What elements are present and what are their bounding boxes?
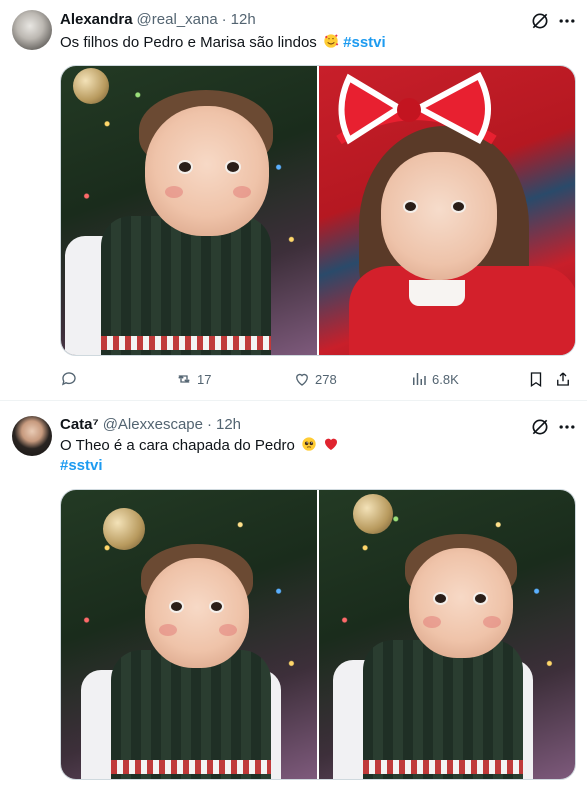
separator-dot: · <box>206 416 212 433</box>
reply-button[interactable] <box>60 367 78 391</box>
bookmark-icon <box>530 372 542 388</box>
like-button[interactable]: 278 <box>293 367 337 391</box>
photo-baby-christmas-tree[interactable] <box>61 66 317 355</box>
tweet-header: Cata⁷ @Alexxescape · 12h <box>60 415 527 435</box>
reply-icon <box>61 372 76 386</box>
tweet-body: Os filhos do Pedro e Marisa são lindos <box>60 34 317 51</box>
like-icon <box>296 373 308 386</box>
tweet-body: O Theo é a cara chapada do Pedro <box>60 437 295 454</box>
smiling-face-with-hearts-icon <box>324 34 339 48</box>
grok-icon[interactable] <box>530 417 550 437</box>
timestamp[interactable]: 12h <box>216 415 241 435</box>
tweet[interactable]: Cata⁷ @Alexxescape · 12h O Theo é a cara… <box>0 402 587 791</box>
avatar[interactable] <box>12 10 52 50</box>
tweet-text: O Theo é a cara chapada do Pedro #sstvi <box>60 436 567 476</box>
photo-baby-christmas-tree-1[interactable] <box>61 490 317 779</box>
tweet-actions: 17 278 6.8K <box>60 367 575 391</box>
author-handle[interactable]: @Alexxescape <box>103 415 203 435</box>
views-icon <box>413 373 426 385</box>
red-heart-icon <box>325 438 338 450</box>
like-count: 278 <box>315 371 337 387</box>
bookmark-button[interactable] <box>527 367 545 391</box>
separator-dot: · <box>221 11 227 28</box>
share-button[interactable] <box>554 367 572 391</box>
photo-girl-red-bow[interactable] <box>319 66 575 355</box>
photo-baby-christmas-tree-2[interactable] <box>319 490 575 779</box>
pleading-face-icon <box>302 437 316 451</box>
more-icon[interactable] <box>556 11 578 31</box>
more-icon[interactable] <box>556 417 578 437</box>
repost-icon <box>178 375 190 383</box>
hashtag-link[interactable]: #sstvi <box>60 457 103 474</box>
repost-button[interactable]: 17 <box>175 367 211 391</box>
author-name[interactable]: Cata⁷ <box>60 415 99 435</box>
hashtag-link[interactable]: #sstvi <box>343 34 386 51</box>
timestamp[interactable]: 12h <box>231 10 256 30</box>
views-count: 6.8K <box>432 371 459 387</box>
media-grid[interactable] <box>60 65 576 356</box>
avatar[interactable] <box>12 416 52 456</box>
tweet-text: Os filhos do Pedro e Marisa são lindos #… <box>60 33 567 53</box>
author-name[interactable]: Alexandra <box>60 10 133 30</box>
tweet[interactable]: Alexandra @real_xana · 12h Os filhos do … <box>0 0 587 401</box>
media-grid[interactable] <box>60 489 576 780</box>
share-icon <box>557 372 569 386</box>
author-handle[interactable]: @real_xana <box>137 10 218 30</box>
views-button[interactable]: 6.8K <box>410 367 459 391</box>
repost-count: 17 <box>197 371 212 387</box>
tweet-header: Alexandra @real_xana · 12h <box>60 10 527 30</box>
grok-icon[interactable] <box>530 11 550 31</box>
